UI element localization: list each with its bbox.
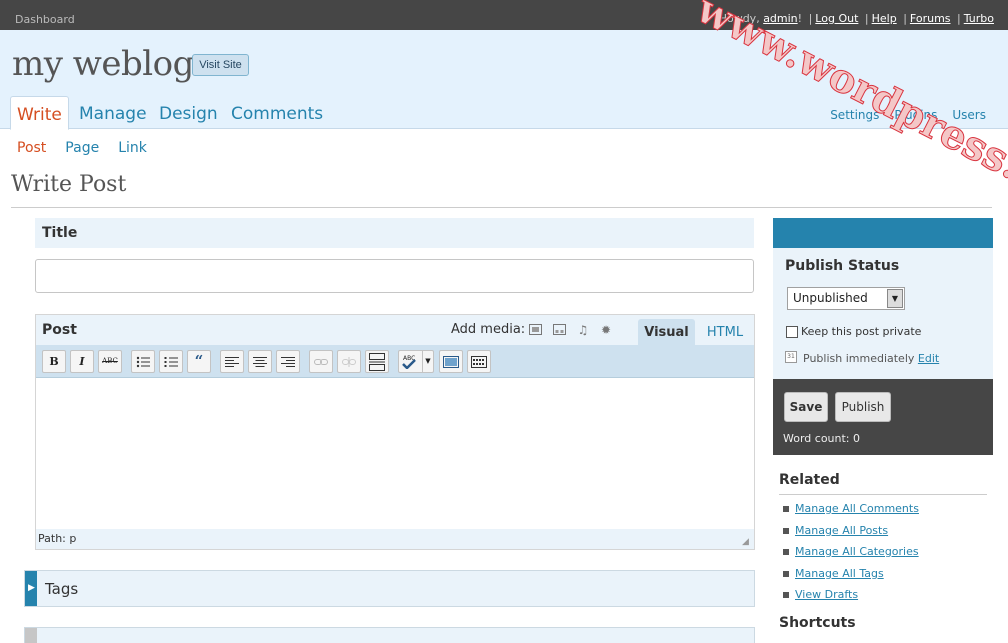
nav-settings[interactable]: Settings: [830, 108, 879, 122]
publish-status-label: Publish Status: [785, 258, 900, 274]
italic-button[interactable]: I: [70, 350, 94, 373]
separator: |: [864, 12, 869, 25]
bullet-icon: [783, 592, 789, 598]
add-image-icon[interactable]: [528, 323, 542, 337]
editor-path-bar: Path: p ◢: [36, 529, 754, 549]
subnav-link[interactable]: Link: [118, 140, 147, 156]
publish-status-panel: Publish Status Unpublished ▼ Keep this p…: [773, 248, 993, 379]
tab-html[interactable]: HTML: [704, 319, 746, 346]
editor-path: Path: p: [38, 532, 77, 545]
calendar-icon: 31: [785, 351, 797, 363]
align-left-button[interactable]: [220, 350, 244, 373]
keep-private-checkbox[interactable]: [786, 326, 798, 338]
post-editor: Post Add media: ♫ ✹ Visual HTML B I ABC …: [35, 314, 755, 550]
manage-tags-link[interactable]: Manage All Tags: [795, 567, 884, 580]
bullet-icon: [783, 527, 789, 534]
tab-design[interactable]: Design: [153, 96, 224, 129]
separator: |: [957, 12, 961, 25]
bullet-list-button[interactable]: [131, 350, 155, 373]
tags-toggle[interactable]: ▶: [25, 571, 37, 606]
tab-write[interactable]: Write: [10, 96, 69, 130]
title-box-header: Title: [35, 218, 754, 248]
resize-grip-icon[interactable]: ◢: [742, 537, 752, 547]
divider: [779, 494, 987, 495]
unlink-icon[interactable]: [337, 350, 361, 373]
turbo-link[interactable]: Turbo: [964, 12, 994, 25]
chevron-down-icon[interactable]: ▼: [422, 351, 433, 372]
publish-immediately-text: Publish immediately Edit: [803, 352, 939, 365]
status-select-value: Unpublished: [793, 291, 868, 305]
fullscreen-icon[interactable]: [439, 350, 463, 373]
kitchen-sink-icon[interactable]: [467, 350, 491, 373]
bold-button[interactable]: B: [42, 350, 66, 373]
help-link[interactable]: Help: [872, 12, 897, 25]
tags-label: Tags: [45, 580, 79, 598]
align-center-button[interactable]: [248, 350, 272, 373]
publish-button[interactable]: Publish: [835, 392, 891, 422]
add-audio-icon[interactable]: ♫: [576, 323, 590, 337]
keep-private-label: Keep this post private: [801, 325, 922, 338]
save-button[interactable]: Save: [784, 392, 828, 422]
spellcheck-button[interactable]: ABC ▼: [398, 350, 434, 373]
categories-box[interactable]: [24, 627, 755, 643]
post-label: Post: [42, 322, 77, 338]
add-media-icon[interactable]: ✹: [599, 323, 613, 337]
publish-panel-header: [773, 218, 993, 248]
blog-name[interactable]: my weblog: [12, 44, 194, 84]
user-links: Howdy, admin! | Log Out | Help | Forums | Tu…: [719, 12, 994, 25]
manage-categories-link[interactable]: Manage All Categories: [795, 545, 919, 558]
howdy-bang: !: [797, 12, 803, 25]
align-right-button[interactable]: [276, 350, 300, 373]
strikethrough-button[interactable]: ABC: [98, 350, 122, 373]
post-content-editor[interactable]: [36, 379, 754, 529]
word-count: Word count: 0: [783, 432, 861, 445]
insert-link-icon[interactable]: [309, 350, 333, 373]
log-out-link[interactable]: Log Out: [815, 12, 858, 25]
nav-plugins[interactable]: Plugins: [894, 108, 937, 122]
shortcuts-heading: Shortcuts: [779, 615, 856, 631]
numbered-list-button[interactable]: [159, 350, 183, 373]
editor-toolbar: B I ABC “ ABC ▼: [36, 345, 754, 378]
admin-top-bar: Dashboard Howdy, admin! | Log Out | Help |…: [0, 0, 1008, 30]
page-title: Write Post: [11, 172, 127, 197]
nav-users[interactable]: Users: [952, 108, 986, 122]
view-drafts-link[interactable]: View Drafts: [795, 588, 858, 601]
site-header: my weblog Visit Site Write Manage Design…: [0, 30, 1008, 130]
tab-comments[interactable]: Comments: [225, 96, 329, 129]
publish-actions: Save Publish Word count: 0: [773, 379, 993, 455]
status-select[interactable]: Unpublished ▼: [787, 287, 905, 310]
insert-more-icon[interactable]: [365, 350, 389, 373]
tab-visual[interactable]: Visual: [638, 319, 695, 346]
categories-toggle[interactable]: [25, 628, 37, 643]
howdy-text: Howdy,: [718, 12, 764, 25]
edit-timestamp-link[interactable]: Edit: [918, 352, 939, 365]
add-video-icon[interactable]: [552, 323, 566, 337]
visit-site-button[interactable]: Visit Site: [192, 54, 249, 76]
forums-link[interactable]: Forums: [910, 12, 951, 25]
subnav-post[interactable]: Post: [17, 140, 46, 156]
related-heading: Related: [779, 472, 840, 488]
title-input[interactable]: [35, 259, 754, 293]
add-media-label: Add media:: [451, 322, 526, 337]
manage-posts-link[interactable]: Manage All Posts: [795, 524, 888, 537]
bullet-icon: [783, 549, 789, 555]
manage-comments-link[interactable]: Manage All Comments: [795, 502, 919, 515]
admin-user-link[interactable]: admin: [763, 12, 797, 25]
sub-nav: Post Page Link: [17, 140, 166, 156]
post-box-header: Post Add media: ♫ ✹ Visual HTML: [36, 315, 754, 346]
separator: |: [808, 12, 813, 25]
publish-immediately-label: Publish immediately: [803, 352, 915, 365]
secondary-nav: Settings Plugins Users: [815, 108, 986, 122]
bullet-icon: [783, 506, 789, 512]
blockquote-button[interactable]: “: [187, 350, 211, 373]
chevron-down-icon[interactable]: ▼: [887, 289, 903, 308]
tags-box[interactable]: ▶ Tags: [24, 570, 755, 607]
dashboard-link[interactable]: Dashboard: [15, 13, 75, 26]
subnav-page[interactable]: Page: [65, 140, 99, 156]
divider: [11, 207, 992, 208]
separator: |: [903, 12, 907, 25]
expand-arrow-icon: ▶: [28, 583, 35, 593]
bullet-icon: [783, 570, 789, 577]
tab-manage[interactable]: Manage: [73, 96, 153, 129]
